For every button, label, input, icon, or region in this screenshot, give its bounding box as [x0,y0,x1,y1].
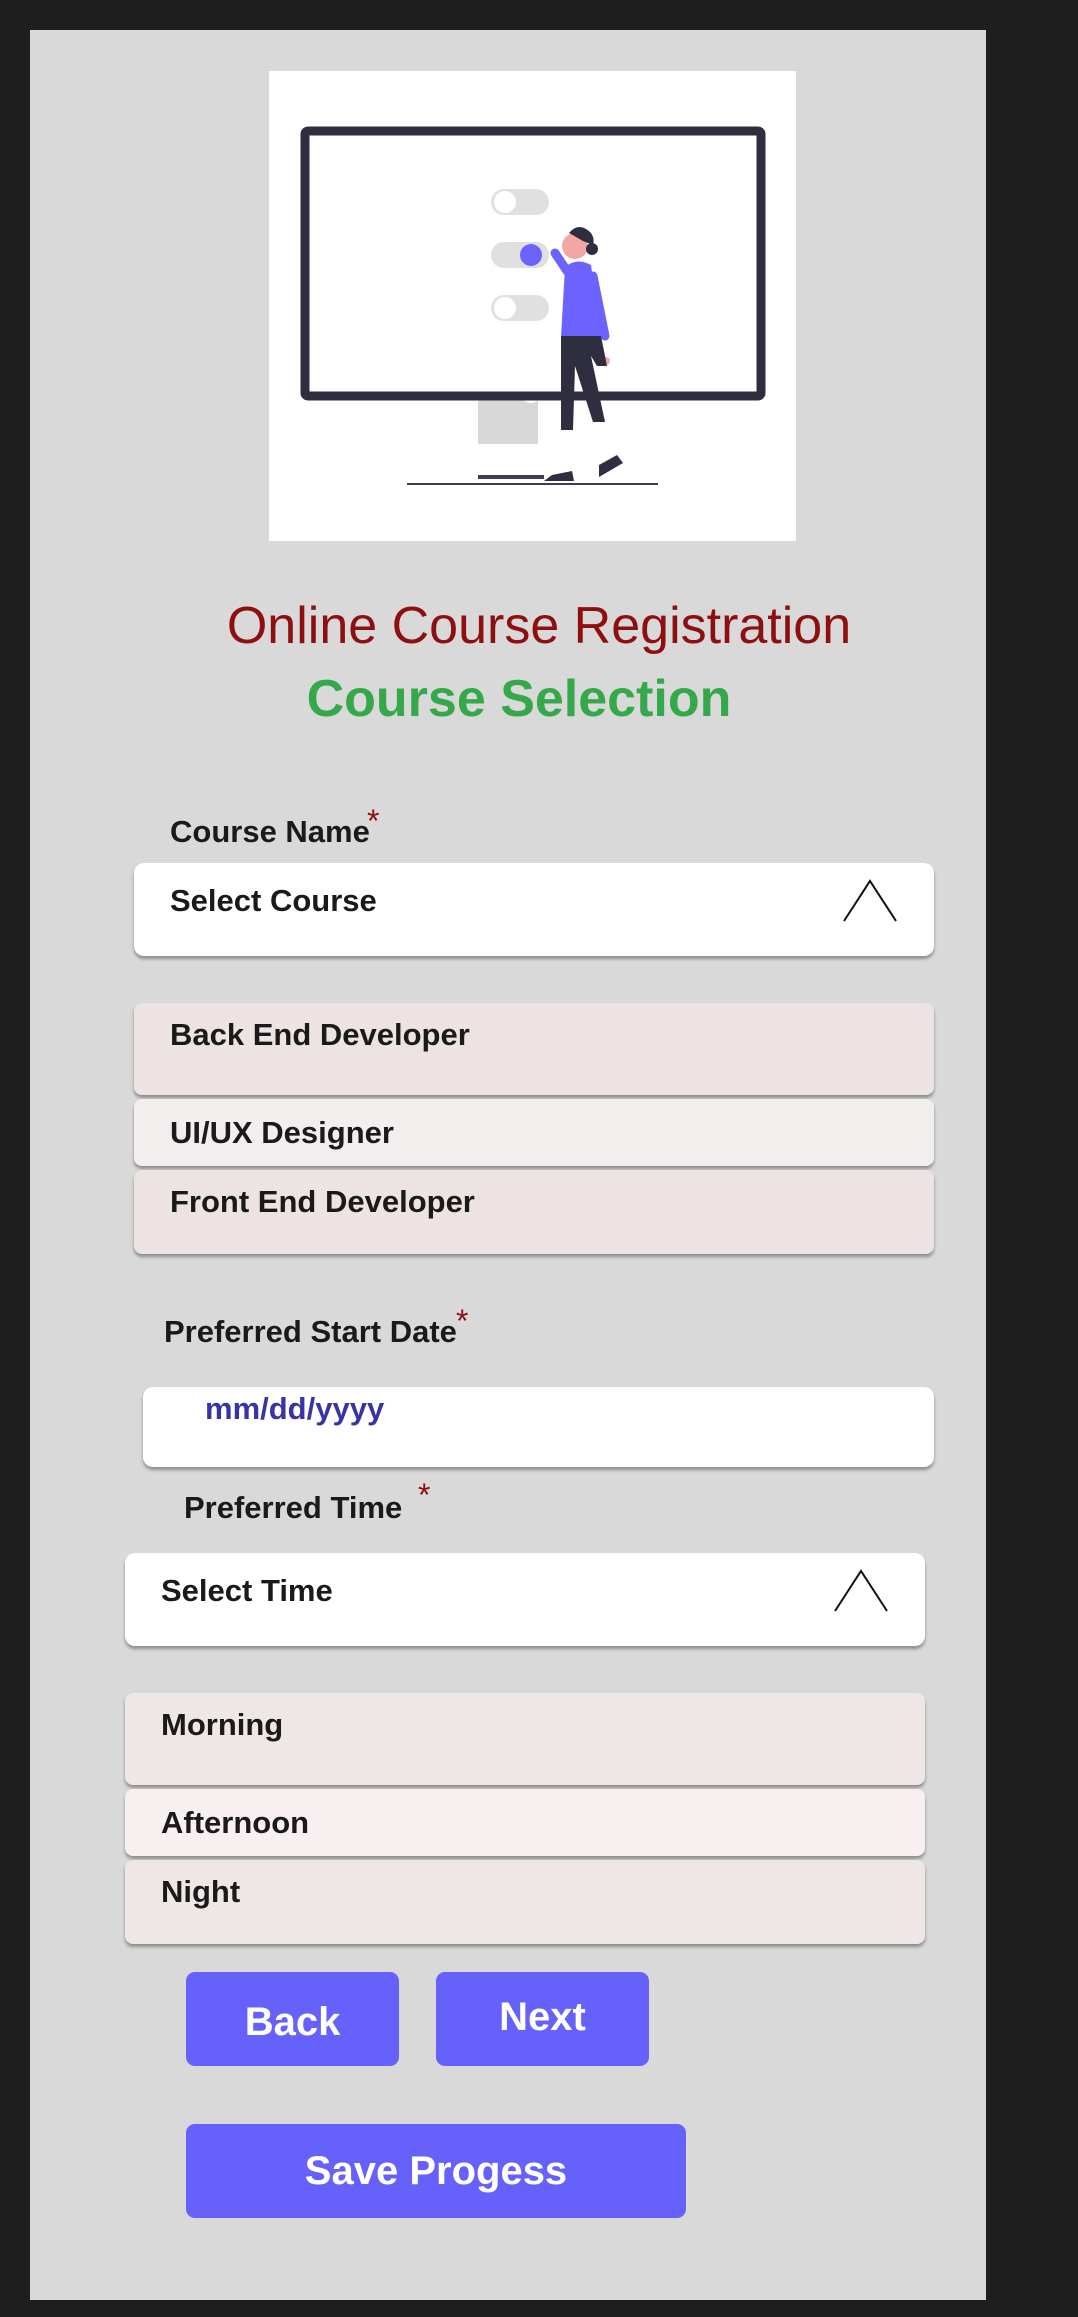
chevron-up-icon[interactable] [833,1567,889,1618]
course-select-value: Select Course [170,883,377,918]
option-label: Morning [161,1707,284,1742]
course-select[interactable]: Select Course [134,863,934,956]
time-select-value: Select Time [161,1573,333,1608]
option-label: Back End Developer [170,1017,470,1052]
option-label: Front End Developer [170,1184,475,1219]
time-option-morning[interactable]: Morning [125,1693,925,1785]
course-required-mark: * [367,803,380,839]
time-option-afternoon[interactable]: Afternoon [125,1789,925,1856]
start-date-field[interactable]: mm/dd/yyyy [143,1387,934,1467]
option-label: Afternoon [161,1805,310,1840]
person-at-monitor-illustration [300,126,766,485]
next-button[interactable]: Next [436,1972,649,2066]
chevron-up-icon[interactable] [842,877,898,928]
hero-illustration [269,71,796,541]
start-date-required-mark: * [456,1303,469,1339]
course-option-back-end[interactable]: Back End Developer [134,1003,934,1095]
start-date-label: Preferred Start Date [164,1314,457,1349]
option-label: Night [161,1874,241,1909]
course-name-label: Course Name [170,814,370,849]
course-option-front-end[interactable]: Front End Developer [134,1170,934,1254]
time-required-mark: * [418,1477,431,1513]
preferred-time-label: Preferred Time [184,1490,403,1525]
page-title: Online Course Registration [226,597,852,655]
start-date-placeholder: mm/dd/yyyy [205,1391,385,1426]
time-select[interactable]: Select Time [125,1553,925,1646]
option-label: UI/UX Designer [170,1115,394,1150]
page-subtitle: Course Selection [306,670,732,728]
back-button[interactable]: Back [186,1972,399,2066]
save-progress-button[interactable]: Save Progess [186,2124,686,2218]
time-option-night[interactable]: Night [125,1860,925,1944]
course-option-ui-ux[interactable]: UI/UX Designer [134,1099,934,1166]
